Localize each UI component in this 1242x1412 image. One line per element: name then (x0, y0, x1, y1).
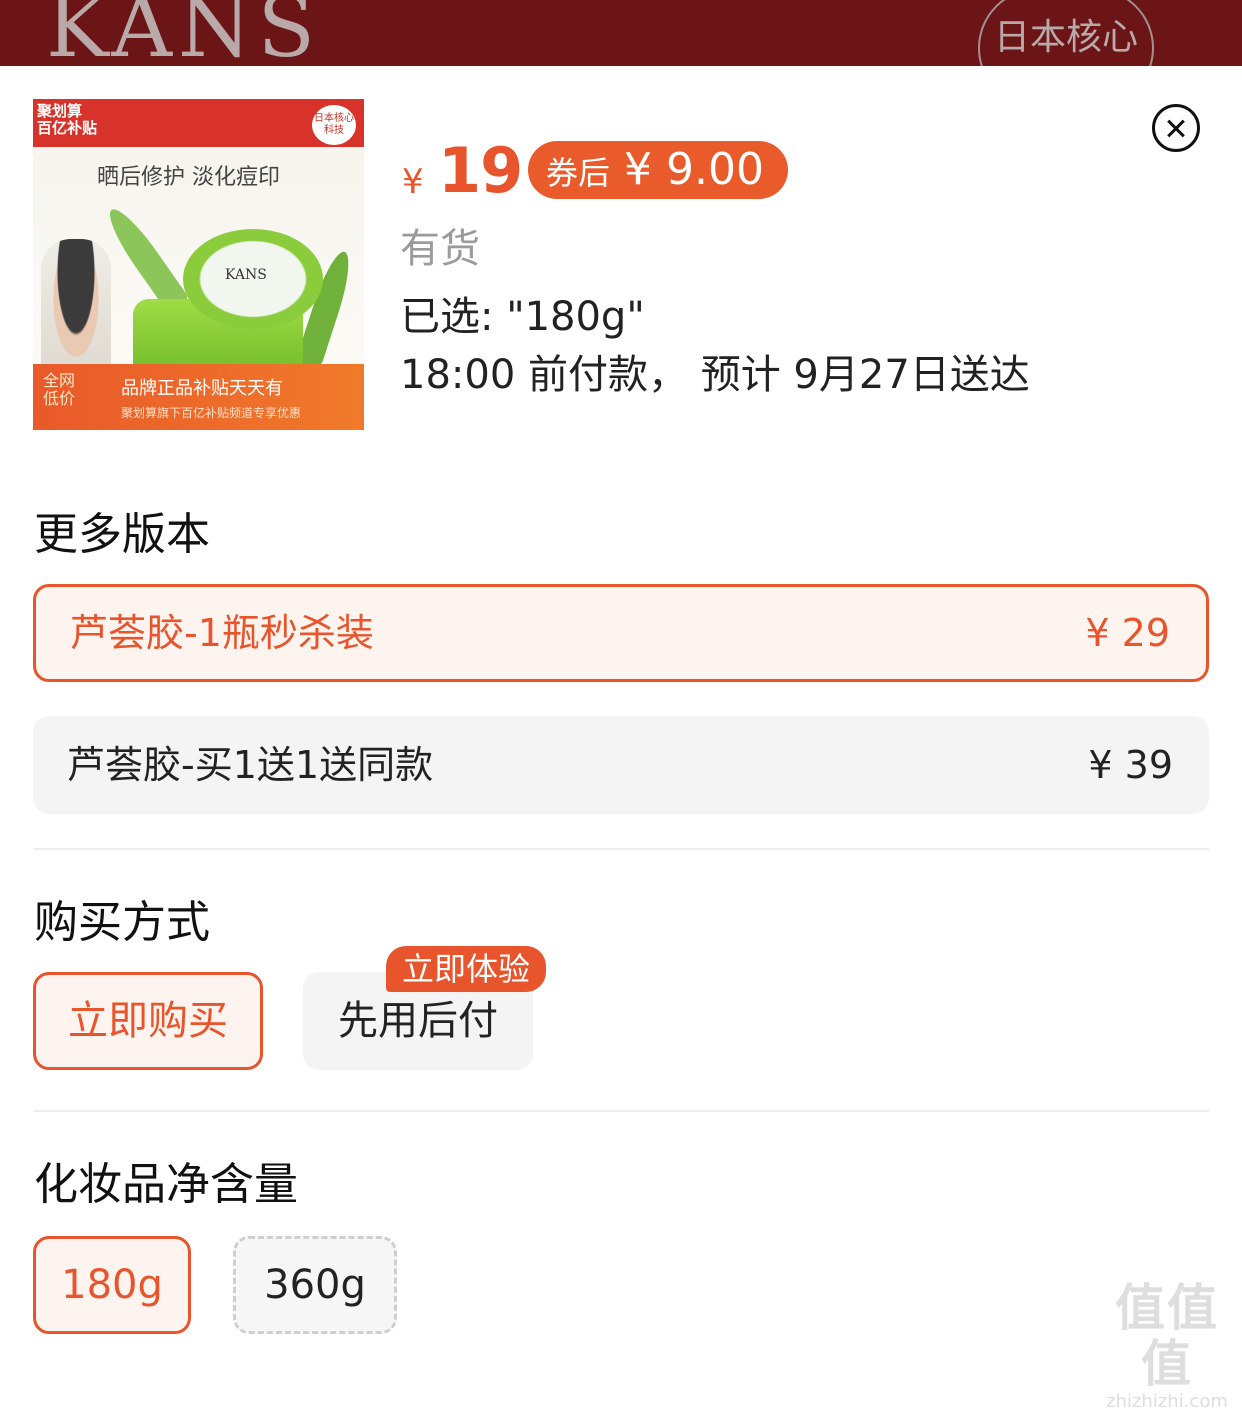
lowest-price-label: 全网 低价 (43, 372, 75, 408)
purchase-method-title: 购买方式 (34, 897, 210, 948)
product-image[interactable]: 聚划算 百亿补贴 日本核心 科技 晒后修护 淡化痘印 KANS 全网 低价 品牌… (33, 99, 364, 430)
size-option-360g[interactable]: 360g (233, 1236, 397, 1334)
version-option-1[interactable]: 芦荟胶-1瓶秒杀装 ¥ 29 (33, 584, 1209, 682)
version-option-name: 芦荟胶-买1送1送同款 (67, 743, 434, 787)
lowest-price-line2: 低价 (43, 389, 76, 408)
net-content-title: 化妆品净含量 (34, 1159, 298, 1210)
promo-label-line1: 聚划算 (37, 102, 83, 120)
watermark-url: zhizhizhi.com (1106, 1391, 1228, 1412)
version-option-2[interactable]: 芦荟胶-买1送1送同款 ¥ 39 (33, 716, 1209, 814)
product-price: 19 (438, 134, 523, 207)
product-slogan: 晒后修护 淡化痘印 (97, 165, 280, 190)
version-option-name: 芦荟胶-1瓶秒杀装 (70, 611, 374, 655)
tech-badge-line2: 科技 (324, 125, 344, 136)
close-icon[interactable] (1152, 104, 1200, 152)
stock-status: 有货 (400, 226, 480, 272)
delivery-estimate: 18:00 前付款， 预计 9月27日送达 (400, 352, 1030, 398)
selected-variant-text: 已选: "180g" (400, 294, 645, 340)
buy-now-option[interactable]: 立即购买 (33, 972, 263, 1070)
top-banner: KANS 日本核心 (0, 0, 1242, 66)
watermark-logo: 值值值 (1115, 1279, 1219, 1393)
coupon-price: ¥ 9.00 (624, 144, 764, 195)
section-divider (33, 1110, 1209, 1112)
subsidy-slogan: 品牌正品补贴天天有 (121, 378, 283, 399)
try-now-tag: 立即体验 (386, 946, 547, 992)
more-versions-title: 更多版本 (34, 509, 210, 560)
coupon-label: 券后 (546, 154, 611, 192)
size-option-180g[interactable]: 180g (33, 1236, 191, 1334)
sku-selection-sheet: 聚划算 百亿补贴 日本核心 科技 晒后修护 淡化痘印 KANS 全网 低价 品牌… (0, 66, 1242, 1367)
brand-seal: 日本核心 (978, 0, 1154, 66)
coupon-price-badge: 券后 ¥ 9.00 (528, 141, 788, 199)
jar-brand: KANS (225, 267, 267, 283)
promo-label: 聚划算 百亿补贴 (37, 103, 97, 137)
tech-badge-line1: 日本核心 (314, 113, 354, 124)
section-divider (33, 848, 1209, 850)
version-option-price: ¥ 39 (1088, 743, 1173, 787)
brand-logo: KANS (46, 0, 322, 66)
subsidy-note: 聚划算旗下百亿补贴频道专享优惠 (121, 406, 302, 420)
site-watermark: 值值值 zhizhizhi.com (1092, 1280, 1242, 1412)
promo-bottom-bar: 全网 低价 品牌正品补贴天天有 聚划算旗下百亿补贴频道专享优惠 (33, 364, 364, 430)
currency-symbol: ¥ (402, 162, 424, 202)
tech-badge: 日本核心 科技 (312, 105, 356, 145)
version-option-price: ¥ 29 (1085, 611, 1170, 655)
promo-label-line2: 百亿补贴 (37, 119, 98, 137)
lowest-price-line1: 全网 (43, 371, 76, 390)
